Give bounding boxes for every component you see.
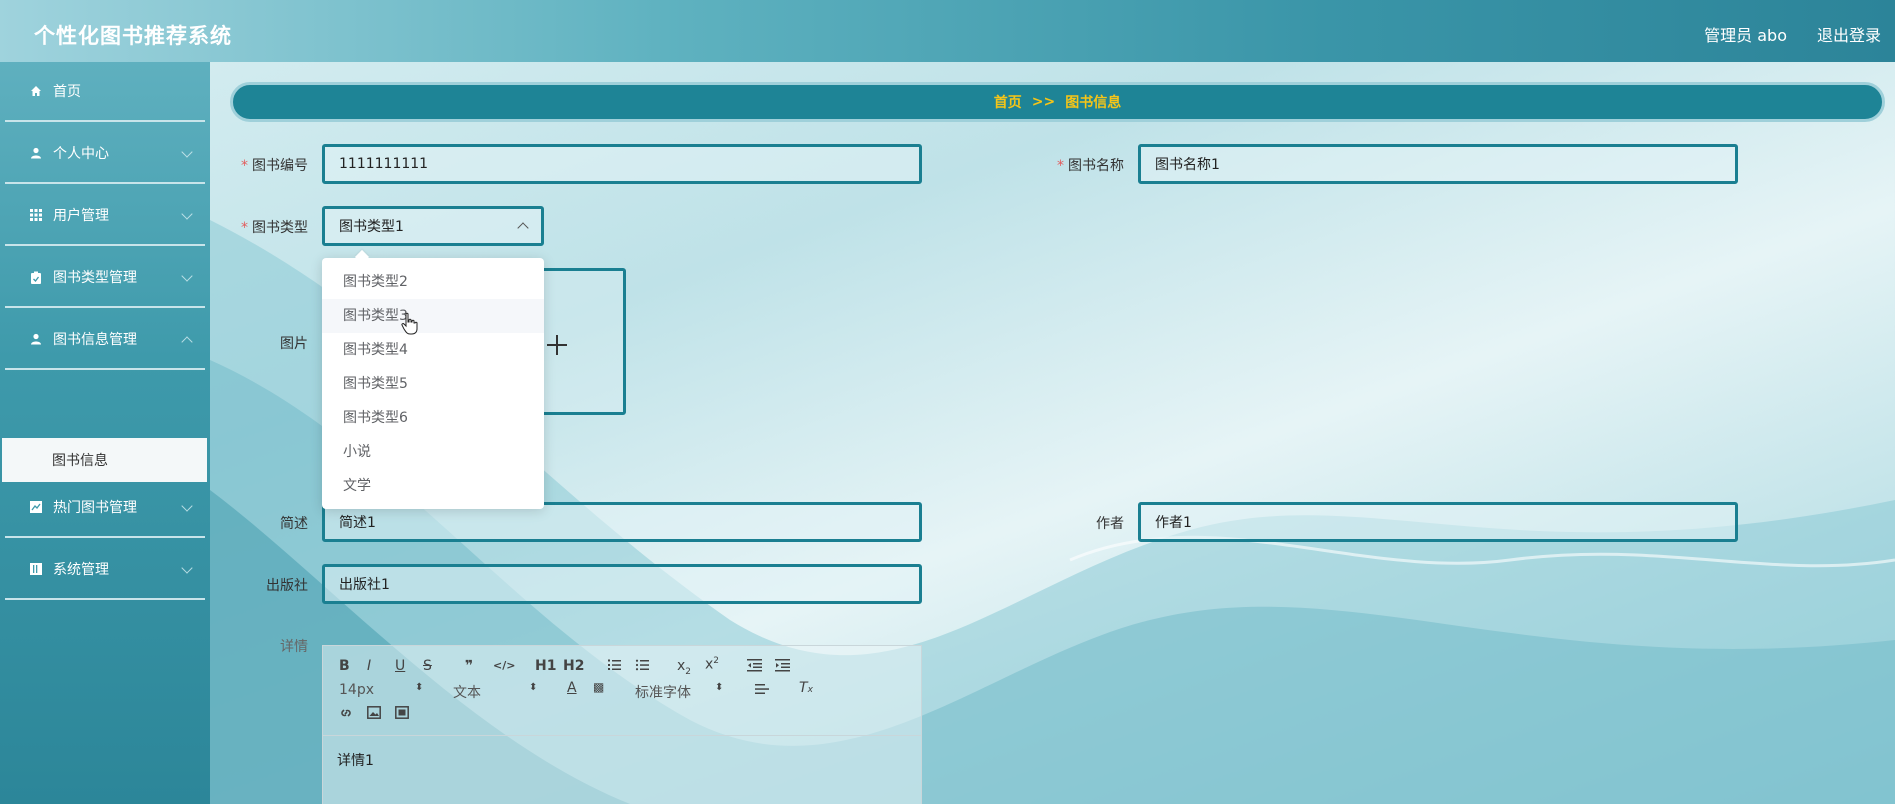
book-type-value: 图书类型1 bbox=[339, 219, 404, 235]
sidebar-item-label: 首页 bbox=[53, 84, 81, 100]
book-name-label: * 图书名称 bbox=[1057, 158, 1124, 174]
quote-button[interactable]: ❞ bbox=[465, 658, 473, 674]
sidebar-item-system-management[interactable]: 系统管理 bbox=[5, 540, 205, 600]
sidebar-item-label: 系统管理 bbox=[53, 562, 109, 578]
outdent-icon[interactable] bbox=[747, 658, 762, 676]
book-name-input[interactable]: 图书名称1 bbox=[1138, 144, 1738, 184]
heading1-button[interactable]: H1 bbox=[535, 658, 556, 674]
italic-button[interactable]: I bbox=[367, 658, 371, 674]
chart-icon bbox=[29, 500, 43, 514]
code-button[interactable]: </> bbox=[493, 659, 515, 672]
sidebar-item-user-management[interactable]: 用户管理 bbox=[5, 186, 205, 246]
detail-editor: B I U S ❞ </> H1 H2 x2 x2 14px ⬍ 文本 ⬍ A … bbox=[322, 645, 922, 804]
summary-label: 简述 bbox=[280, 516, 308, 532]
chevron-down-icon bbox=[181, 270, 193, 282]
sidebar-item-book-info-management[interactable]: 图书信息管理 bbox=[5, 310, 205, 370]
dropdown-option[interactable]: 文学 bbox=[322, 469, 544, 503]
chevron-down-icon bbox=[181, 146, 193, 158]
grid-icon bbox=[29, 208, 43, 222]
sidebar-subitem-book-info[interactable]: 图书信息 bbox=[2, 438, 207, 482]
breadcrumb: 首页 >> 图书信息 bbox=[230, 82, 1885, 122]
superscript-icon[interactable]: x2 bbox=[705, 656, 719, 673]
dropdown-option[interactable]: 小说 bbox=[322, 435, 544, 469]
block-type-select[interactable]: 文本 bbox=[453, 682, 481, 702]
sidebar-item-personal-center[interactable]: 个人中心 bbox=[5, 124, 205, 184]
sidebar-item-label: 图书类型管理 bbox=[53, 270, 137, 286]
chevron-up-icon bbox=[181, 336, 193, 348]
sidebar-item-label: 热门图书管理 bbox=[53, 500, 137, 516]
current-user: 管理员 abo bbox=[1704, 26, 1787, 45]
chevron-down-icon bbox=[181, 562, 193, 574]
bold-button[interactable]: B bbox=[339, 658, 350, 674]
book-type-label: * 图书类型 bbox=[241, 220, 308, 236]
editor-toolbar: B I U S ❞ </> H1 H2 x2 x2 14px ⬍ 文本 ⬍ A … bbox=[323, 646, 921, 736]
book-type-select[interactable]: 图书类型1 bbox=[322, 206, 544, 246]
chevron-down-icon bbox=[181, 208, 193, 220]
person-icon bbox=[29, 332, 43, 346]
ordered-list-icon[interactable] bbox=[607, 658, 621, 676]
font-family-select[interactable]: 标准字体 bbox=[635, 682, 691, 702]
dropdown-option[interactable]: 图书类型2 bbox=[322, 265, 544, 299]
chevron-up-icon bbox=[517, 222, 529, 234]
author-label: 作者 bbox=[1096, 516, 1124, 532]
underline-button[interactable]: U bbox=[395, 658, 405, 674]
book-type-dropdown: 图书类型2 图书类型3 图书类型4 图书类型5 图书类型6 小说 文学 bbox=[322, 258, 544, 509]
bullet-list-icon[interactable] bbox=[635, 658, 649, 676]
publisher-input[interactable]: 出版社1 bbox=[322, 564, 922, 604]
clear-format-icon[interactable]: Tx bbox=[799, 680, 813, 696]
book-no-input[interactable]: 1111111111 bbox=[322, 144, 922, 184]
author-input[interactable]: 作者1 bbox=[1138, 502, 1738, 542]
dropdown-option-hovered[interactable]: 图书类型3 bbox=[322, 299, 544, 333]
sidebar-item-label: 用户管理 bbox=[53, 208, 109, 224]
sidebar-item-label: 个人中心 bbox=[53, 146, 109, 162]
sidebar-item-hot-books-management[interactable]: 热门图书管理 bbox=[5, 478, 205, 538]
top-header: 个性化图书推荐系统 管理员 abo 退出登录 bbox=[0, 0, 1895, 62]
background-color-icon[interactable]: ▩ bbox=[593, 680, 604, 694]
align-icon[interactable] bbox=[755, 682, 769, 700]
font-size-arrows-icon: ⬍ bbox=[415, 682, 424, 693]
logout-link[interactable]: 退出登录 bbox=[1817, 22, 1881, 46]
sidebar-item-label: 图书信息管理 bbox=[53, 332, 137, 348]
dropdown-option[interactable]: 图书类型6 bbox=[322, 401, 544, 435]
dropdown-option[interactable]: 图书类型5 bbox=[322, 367, 544, 401]
chevron-down-icon bbox=[181, 500, 193, 512]
breadcrumb-separator: >> bbox=[1031, 94, 1056, 110]
book-no-label: * 图书编号 bbox=[241, 158, 308, 174]
block-type-arrows-icon: ⬍ bbox=[529, 682, 538, 693]
hand-pointer-icon bbox=[401, 312, 418, 335]
image-label: 图片 bbox=[280, 336, 308, 352]
detail-label: 详情 bbox=[280, 639, 308, 655]
font-color-icon[interactable]: A bbox=[567, 680, 577, 696]
editor-content[interactable]: 详情1 bbox=[323, 736, 921, 784]
font-size-select[interactable]: 14px bbox=[339, 682, 374, 698]
breadcrumb-current: 图书信息 bbox=[1065, 95, 1122, 111]
app-title: 个性化图书推荐系统 bbox=[34, 24, 232, 48]
home-icon bbox=[29, 84, 43, 98]
sidebar-item-book-type-management[interactable]: 图书类型管理 bbox=[5, 248, 205, 308]
heading2-button[interactable]: H2 bbox=[563, 658, 584, 674]
strike-button[interactable]: S bbox=[423, 658, 432, 674]
subscript-icon[interactable]: x2 bbox=[677, 658, 691, 677]
clipboard-icon bbox=[29, 270, 43, 284]
breadcrumb-home[interactable]: 首页 bbox=[994, 92, 1022, 112]
video-icon[interactable] bbox=[395, 706, 409, 723]
sidebar-item-home[interactable]: 首页 bbox=[5, 62, 205, 122]
image-icon[interactable] bbox=[367, 706, 381, 723]
publisher-label: 出版社 bbox=[266, 578, 308, 594]
book-icon bbox=[29, 562, 43, 576]
user-icon bbox=[29, 146, 43, 160]
link-icon[interactable] bbox=[339, 706, 353, 724]
indent-icon[interactable] bbox=[775, 658, 790, 676]
sidebar: 首页 个人中心 用户管理 图书类型管理 图书信息管理 图书信息 热门图书管理 系… bbox=[0, 62, 210, 804]
dropdown-option[interactable]: 图书类型4 bbox=[322, 333, 544, 367]
font-family-arrows-icon: ⬍ bbox=[715, 682, 724, 693]
